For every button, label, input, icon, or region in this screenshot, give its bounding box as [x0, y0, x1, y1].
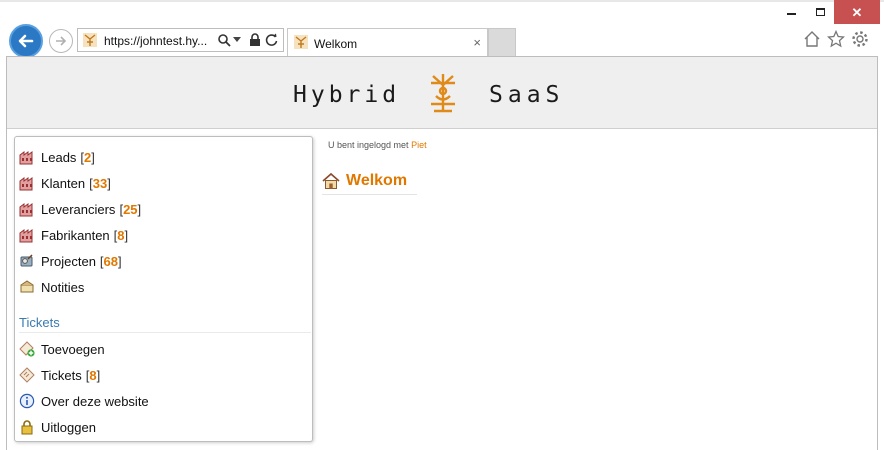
sidebar-item-label: Fabrikanten — [41, 227, 110, 243]
forward-arrow-icon — [56, 36, 67, 46]
item-count: 25 — [123, 201, 138, 217]
sidebar-item-label: Klanten — [41, 175, 86, 191]
factory-icon — [19, 175, 35, 191]
site-header: Hybrid SaaS — [7, 57, 877, 129]
sidebar-item-fabrikanten[interactable]: Fabrikanten [8] — [19, 224, 128, 246]
factory-icon — [19, 149, 35, 165]
sidebar-item-label: Tickets — [41, 367, 82, 383]
logged-in-user-link[interactable]: Piet — [411, 140, 427, 150]
logo-emblem-icon — [431, 74, 455, 113]
close-icon: ✕ — [851, 4, 863, 20]
sidebar-item-tickets[interactable]: Tickets [8] — [19, 364, 100, 386]
factory-icon — [19, 227, 35, 243]
sidebar-item-leads[interactable]: Leads [2] — [19, 146, 95, 168]
tickets-section-title: Tickets — [19, 315, 60, 330]
address-bar[interactable]: https://johntest.hy... — [77, 28, 284, 52]
count-badge: [8] — [113, 227, 129, 243]
ticket-add-icon — [19, 341, 35, 357]
back-button[interactable] — [9, 24, 43, 58]
browser-navbar: https://johntest.hy... Welkom × — [0, 24, 884, 58]
sidebar-item-label: Uitloggen — [41, 419, 96, 435]
new-tab-button[interactable] — [488, 28, 516, 56]
item-count: 33 — [92, 175, 108, 191]
maximize-icon — [815, 8, 825, 16]
address-url[interactable]: https://johntest.hy... — [104, 34, 207, 48]
back-arrow-icon — [18, 34, 34, 48]
site-favicon — [83, 33, 97, 47]
info-icon — [19, 393, 35, 409]
favorites-star-icon[interactable] — [827, 30, 845, 48]
notes-icon — [19, 279, 35, 295]
titlebar-divider — [0, 0, 884, 2]
search-icon[interactable] — [217, 33, 231, 47]
count-badge: [25] — [119, 201, 142, 217]
tab-title: Welkom — [314, 37, 358, 51]
sidebar-menu: Leads [2] Klanten [33] Leveranciers [25] Fabri… — [14, 136, 313, 442]
refresh-icon[interactable] — [265, 33, 278, 47]
tab-favicon — [294, 35, 308, 49]
heading-underline — [322, 194, 417, 195]
settings-gear-icon[interactable] — [851, 30, 869, 48]
item-count: 8 — [89, 367, 97, 383]
factory-icon — [19, 201, 35, 217]
sidebar-item-label: Over deze website — [41, 393, 149, 409]
count-badge: [33] — [89, 175, 111, 191]
home-house-icon — [322, 172, 340, 189]
home-icon[interactable] — [803, 30, 821, 48]
sidebar-item-toevoegen[interactable]: Toevoegen — [19, 338, 105, 360]
sidebar-item-label: Leads — [41, 149, 77, 165]
sidebar-item-projecten[interactable]: Projecten [68] — [19, 250, 122, 272]
dropdown-arrow-icon[interactable] — [233, 37, 241, 43]
count-badge: [2] — [80, 149, 95, 165]
close-window-button[interactable]: ✕ — [834, 0, 880, 24]
page-title: Welkom — [322, 167, 407, 195]
project-icon — [19, 253, 35, 269]
web-page: Hybrid SaaS Leads [2] Klanten [33] Leveranci… — [6, 56, 878, 450]
minimize-button[interactable] — [776, 0, 806, 24]
login-prefix: U bent ingelogd met — [328, 140, 409, 150]
ticket-icon — [19, 367, 35, 383]
sidebar-item-label: Toevoegen — [41, 341, 105, 357]
item-count: 2 — [84, 149, 92, 165]
lock-icon — [19, 419, 35, 435]
sidebar-item-leveranciers[interactable]: Leveranciers [25] — [19, 198, 141, 220]
sidebar-item-label: Projecten — [41, 253, 96, 269]
item-count: 8 — [117, 227, 125, 243]
login-status: U bent ingelogd met Piet — [328, 140, 427, 150]
window-titlebar: ✕ — [0, 0, 884, 24]
sidebar-item-label: Notities — [41, 279, 85, 295]
item-count: 68 — [103, 253, 119, 269]
hybrid-saas-logo[interactable]: Hybrid SaaS — [293, 71, 593, 115]
tab-welkom[interactable]: Welkom × — [287, 28, 488, 56]
sidebar-item-label: Leveranciers — [41, 201, 116, 217]
minimize-icon — [786, 13, 796, 15]
maximize-button[interactable] — [806, 0, 834, 24]
tab-close-icon[interactable]: × — [473, 35, 481, 50]
logo-text-left: Hybrid — [293, 82, 400, 108]
forward-button[interactable] — [49, 29, 73, 53]
logo-text-right: SaaS — [489, 82, 564, 108]
sidebar-item-over-deze-website[interactable]: Over deze website — [19, 390, 149, 412]
section-divider — [19, 332, 311, 333]
lock-icon[interactable] — [249, 33, 261, 47]
sidebar-item-klanten[interactable]: Klanten [33] — [19, 172, 111, 194]
sidebar-item-uitloggen[interactable]: Uitloggen — [19, 416, 96, 438]
count-badge: [68] — [99, 253, 122, 269]
sidebar-item-notities[interactable]: Notities — [19, 276, 84, 298]
welcome-heading: Welkom — [346, 172, 408, 189]
count-badge: [8] — [85, 367, 101, 383]
